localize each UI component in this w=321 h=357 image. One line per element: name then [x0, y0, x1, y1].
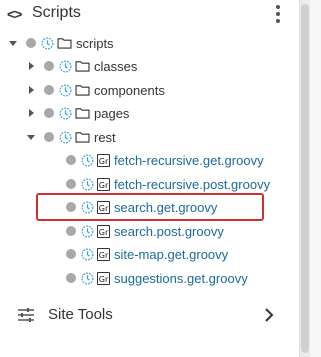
status-dot — [44, 132, 54, 142]
status-dot — [44, 108, 54, 118]
status-dot — [66, 226, 76, 236]
folder-icon — [75, 61, 90, 72]
tree-item-file[interactable]: Gr fetch-recursive.post.groovy — [66, 173, 270, 195]
tree-item-label: pages — [94, 105, 130, 121]
clock-icon — [81, 272, 94, 284]
caret-right-icon[interactable] — [26, 61, 36, 71]
caret-right-icon[interactable] — [26, 85, 36, 95]
tree-item-scripts[interactable]: scripts — [8, 32, 114, 54]
tree-item-label: components — [94, 82, 165, 98]
folder-icon — [57, 38, 72, 49]
tree-item-file[interactable]: Gr suggestions.get.groovy — [66, 267, 248, 289]
tree-item-classes[interactable]: classes — [26, 55, 137, 77]
status-dot — [66, 273, 76, 283]
clock-icon — [81, 248, 94, 260]
selection-highlight-box — [36, 193, 264, 221]
groovy-file-icon: Gr — [97, 247, 110, 261]
folder-icon — [75, 85, 90, 96]
caret-down-icon[interactable] — [8, 38, 18, 48]
groovy-file-icon: Gr — [97, 177, 110, 191]
folder-icon — [75, 132, 90, 143]
clock-icon — [41, 37, 54, 49]
caret-right-icon[interactable] — [26, 108, 36, 118]
clock-icon — [81, 178, 94, 190]
groovy-file-icon: Gr — [97, 271, 110, 285]
tree-item-pages[interactable]: pages — [26, 102, 129, 124]
tree-item-label[interactable]: search.post.groovy — [114, 224, 224, 239]
site-tools-label: Site Tools — [48, 306, 113, 323]
status-dot — [44, 85, 54, 95]
status-dot — [44, 61, 54, 71]
clock-icon — [59, 131, 72, 143]
tree-item-label: rest — [94, 129, 116, 145]
code-icon: <> — [7, 6, 22, 22]
clock-icon — [59, 107, 72, 119]
tree-item-label[interactable]: site-map.get.groovy — [114, 247, 228, 262]
tree-item-label: scripts — [76, 35, 114, 51]
vertical-scrollbar[interactable] — [299, 0, 310, 357]
site-tools-item[interactable]: Site Tools — [0, 300, 300, 330]
clock-icon — [81, 225, 94, 237]
tree-item-components[interactable]: components — [26, 79, 165, 101]
chevron-right-icon[interactable] — [264, 308, 274, 322]
panel-title: Scripts — [32, 4, 81, 21]
clock-icon — [59, 84, 72, 96]
clock-icon — [81, 154, 94, 166]
status-dot — [66, 179, 76, 189]
tree-item-file[interactable]: Gr search.post.groovy — [66, 220, 224, 242]
tree-item-file[interactable]: Gr fetch-recursive.get.groovy — [66, 149, 264, 171]
tree-item-label[interactable]: fetch-recursive.post.groovy — [114, 177, 270, 192]
groovy-file-icon: Gr — [97, 153, 110, 167]
clock-icon — [59, 60, 72, 72]
folder-icon — [75, 108, 90, 119]
caret-down-icon[interactable] — [26, 132, 36, 142]
status-dot — [66, 155, 76, 165]
groovy-file-icon: Gr — [97, 224, 110, 238]
status-dot — [66, 249, 76, 259]
tree-item-label[interactable]: suggestions.get.groovy — [114, 271, 248, 286]
more-options-icon[interactable] — [275, 5, 281, 23]
tune-icon — [18, 308, 34, 322]
scripts-panel-header: <> Scripts — [0, 0, 300, 28]
panel-edge — [310, 0, 321, 357]
tree-item-label[interactable]: fetch-recursive.get.groovy — [114, 153, 264, 168]
scrollbar-thumb[interactable] — [301, 4, 309, 353]
tree-item-rest[interactable]: rest — [26, 126, 116, 148]
tree-item-file[interactable]: Gr site-map.get.groovy — [66, 243, 228, 265]
status-dot — [26, 38, 36, 48]
tree-item-label: classes — [94, 58, 138, 74]
